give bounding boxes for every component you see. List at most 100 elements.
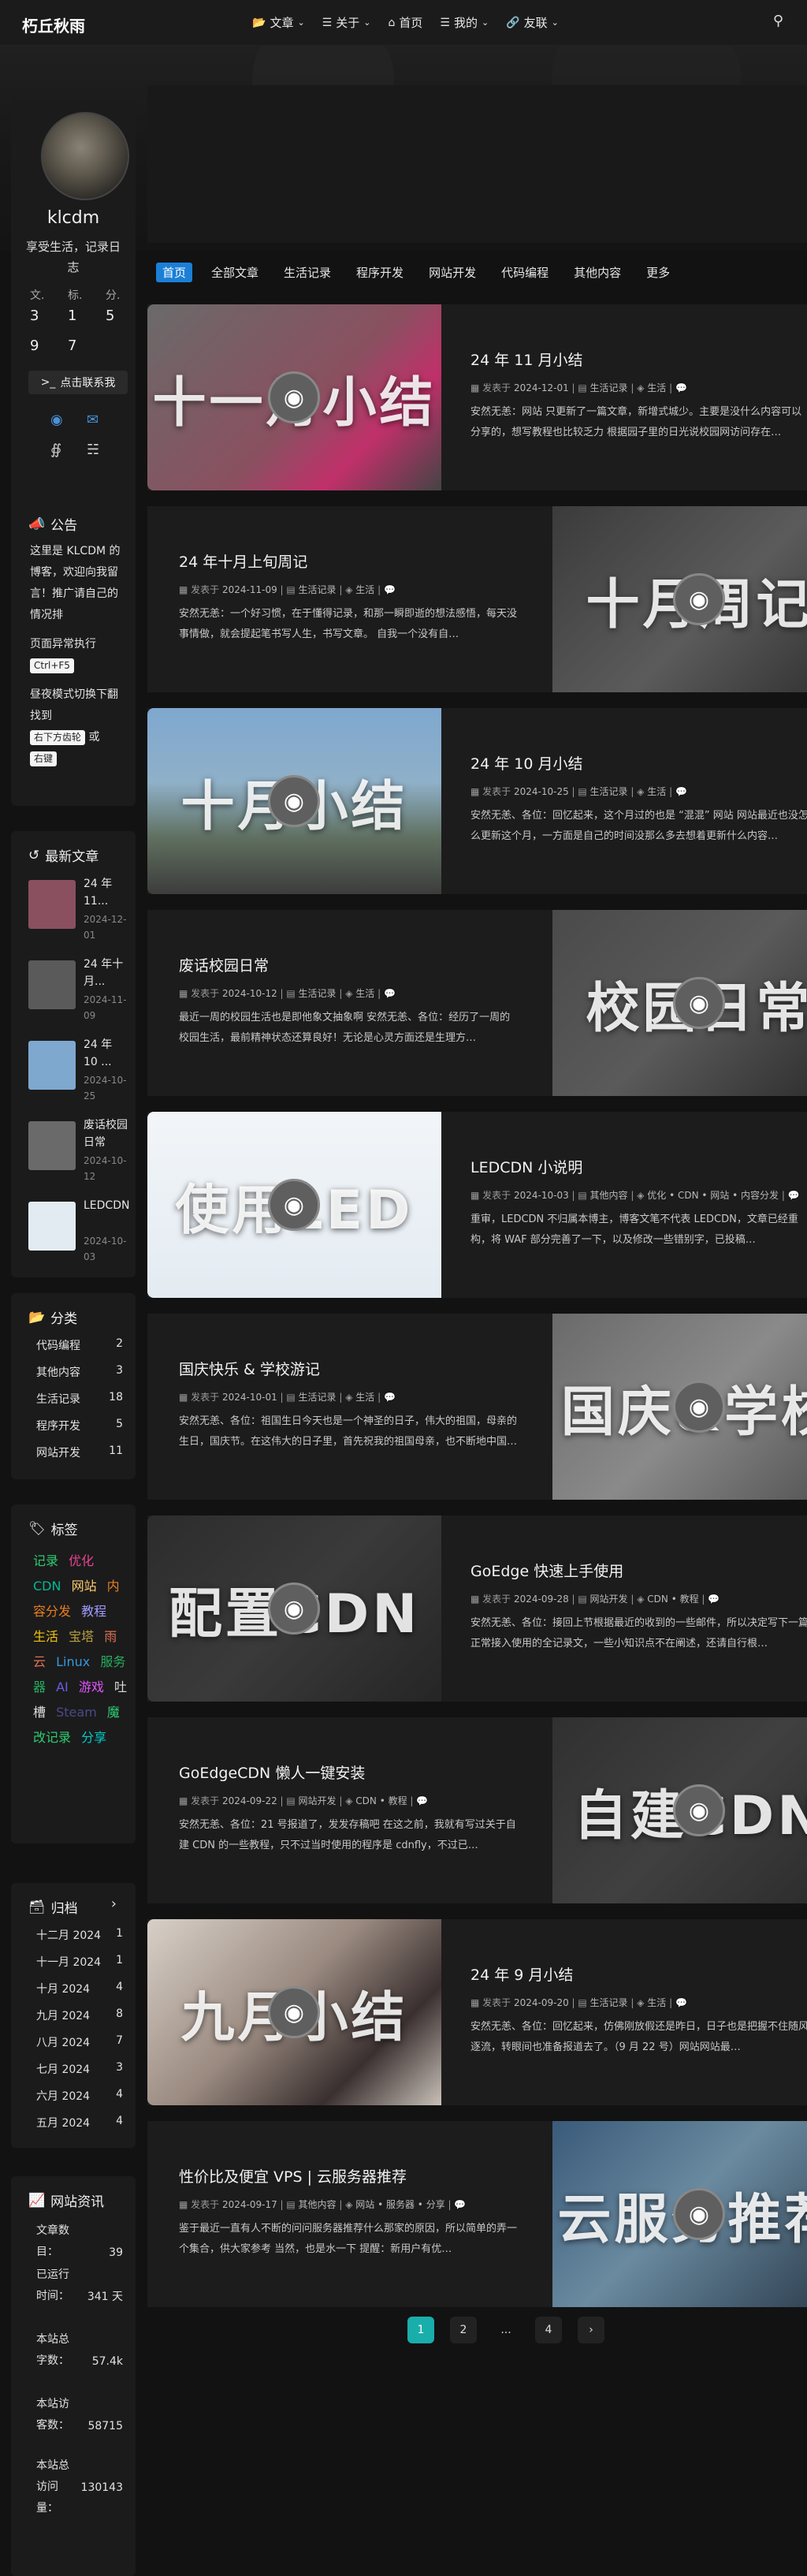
post-tag-link[interactable]: CDN • 教程	[647, 1594, 698, 1605]
archive-item[interactable]: 十月 2024 4	[36, 1981, 123, 1996]
recent-post-item[interactable]: 24 年十月... 2024-11-09	[28, 956, 131, 1021]
tag-link[interactable]: Steam	[56, 1705, 97, 1720]
contact-me-button[interactable]: >_ 点击联系我	[28, 371, 128, 394]
tag-link[interactable]: CDN	[33, 1579, 61, 1594]
recent-post-thumbnail[interactable]	[28, 1041, 76, 1090]
tag-link[interactable]: 网站	[72, 1579, 97, 1594]
archive-item[interactable]: 十一月 2024 1	[36, 1954, 123, 1970]
post-category-link[interactable]: 网站开发	[590, 1594, 628, 1605]
sitemap-icon[interactable]: ☵	[87, 442, 99, 458]
tag-link[interactable]: AI	[56, 1679, 69, 1694]
category-tab[interactable]: 程序开发	[350, 263, 410, 282]
category-item[interactable]: 程序开发 5	[36, 1418, 123, 1433]
post-tag-link[interactable]: 生活	[647, 382, 666, 393]
next-page-button[interactable]: ›	[578, 2317, 604, 2343]
recent-post-thumbnail[interactable]	[28, 960, 76, 1009]
email-icon[interactable]: ✉	[87, 412, 99, 428]
category-item[interactable]: 生活记录 18	[36, 1391, 123, 1407]
recent-post-title[interactable]: 24 年 11...	[84, 875, 129, 913]
post-category-link[interactable]: 生活记录	[299, 584, 337, 595]
stat-value[interactable]: 3	[30, 308, 47, 324]
nav-menu-item[interactable]: ☰ 我的 ⌄	[440, 14, 489, 31]
post-title-link[interactable]: 24 年十月上旬周记	[179, 550, 307, 572]
recent-post-thumbnail[interactable]	[28, 1202, 76, 1251]
post-title-link[interactable]: 24 年 11 月小结	[470, 349, 582, 370]
archive-item[interactable]: 九月 2024 8	[36, 2007, 123, 2023]
category-tab[interactable]: 更多	[640, 263, 676, 282]
page-number-button[interactable]: 2	[450, 2317, 477, 2343]
category-tab[interactable]: 其他内容	[567, 263, 627, 282]
post-tag-link[interactable]: CDN • 教程	[355, 1795, 407, 1806]
archive-item[interactable]: 六月 2024 4	[36, 2088, 123, 2104]
recent-post-item[interactable]: 24 年 11... 2024-12-01	[28, 875, 131, 941]
post-cover-image[interactable]: 十月周记◉	[552, 506, 807, 692]
rss-icon[interactable]: ∯	[50, 442, 61, 458]
recent-post-title[interactable]: 24 年十月...	[84, 956, 129, 993]
recent-post-title[interactable]: 24 年 10 ...	[84, 1036, 129, 1074]
tag-link[interactable]: Linux	[56, 1654, 90, 1669]
nav-menu-item[interactable]: ⌂ 首页	[388, 14, 422, 31]
post-title-link[interactable]: 性价比及便宜 VPS | 云服务器推荐	[179, 2165, 407, 2186]
recent-post-title[interactable]: 废话校园日常	[84, 1117, 129, 1154]
post-tag-link[interactable]: 优化 • CDN • 网站 • 内容分发	[647, 1190, 779, 1201]
post-category-link[interactable]: 其他内容	[590, 1190, 628, 1201]
post-cover-image[interactable]: 十一月小结◉	[147, 304, 441, 490]
category-tab[interactable]: 全部文章	[205, 263, 265, 282]
post-title-link[interactable]: GoEdge 快速上手使用	[470, 1560, 623, 1581]
tag-link[interactable]: 记录	[33, 1553, 58, 1568]
stat-value[interactable]: 5	[106, 308, 123, 324]
post-tag-link[interactable]: 生活	[647, 786, 666, 797]
recent-post-thumbnail[interactable]	[28, 1121, 76, 1170]
post-category-link[interactable]: 生活记录	[590, 382, 628, 393]
recent-post-item[interactable]: LEDCDN...2024-10-03	[28, 1197, 131, 1262]
tag-link[interactable]: 教程	[81, 1604, 106, 1619]
post-tag-link[interactable]: 生活	[647, 1997, 666, 2008]
post-title-link[interactable]: 废话校园日常	[179, 954, 269, 975]
category-item[interactable]: 代码编程 2	[36, 1337, 123, 1353]
chevron-right-icon[interactable]: ›	[111, 1896, 117, 1912]
category-tab[interactable]: 代码编程	[495, 263, 555, 282]
post-tag-link[interactable]: 生活	[355, 1392, 374, 1403]
post-category-link[interactable]: 网站开发	[299, 1795, 337, 1806]
stat-values-2[interactable]: 9 7	[30, 337, 85, 354]
category-tab[interactable]: 生活记录	[277, 263, 337, 282]
recent-post-thumbnail[interactable]	[28, 880, 76, 929]
site-brand[interactable]: 朽丘秋雨	[22, 13, 85, 36]
recent-post-title[interactable]: LEDCDN...	[84, 1197, 129, 1235]
github-icon[interactable]: ◉	[50, 412, 63, 428]
page-number-button[interactable]: 4	[535, 2317, 562, 2343]
post-cover-image[interactable]: 配置CDN◉	[147, 1515, 441, 1702]
post-category-link[interactable]: 生活记录	[590, 1997, 628, 2008]
archive-item[interactable]: 八月 2024 7	[36, 2034, 123, 2050]
post-cover-image[interactable]: 使用LED◉	[147, 1112, 441, 1298]
post-tag-link[interactable]: 网站 • 服务器 • 分享	[355, 2199, 444, 2210]
category-item[interactable]: 其他内容 3	[36, 1364, 123, 1380]
category-tab[interactable]: 首页	[156, 263, 193, 282]
archive-item[interactable]: 七月 2024 3	[36, 2061, 123, 2077]
tag-link[interactable]: 宝塔	[69, 1629, 94, 1644]
post-cover-image[interactable]: 自建CDN◉	[552, 1717, 807, 1903]
post-cover-image[interactable]: 国庆&学校◉	[552, 1314, 807, 1500]
stat-value[interactable]: 9	[30, 337, 47, 354]
nav-menu-item[interactable]: 🔗 友联 ⌄	[506, 14, 559, 31]
post-category-link[interactable]: 生活记录	[299, 1392, 337, 1403]
stat-values[interactable]: 3 1 5	[30, 308, 123, 324]
stat-value[interactable]: 7	[68, 337, 85, 354]
nav-menu-item[interactable]: ☰ 关于 ⌄	[322, 14, 371, 31]
nav-menu-item[interactable]: 📂 文章 ⌄	[252, 14, 305, 31]
post-cover-image[interactable]: 九月小结◉	[147, 1919, 441, 2105]
post-cover-image[interactable]: 十月小结◉	[147, 708, 441, 894]
post-tag-link[interactable]: 生活	[355, 988, 374, 999]
tag-link[interactable]: 分享	[81, 1730, 106, 1745]
page-number-button[interactable]: 1	[407, 2317, 434, 2343]
recent-post-item[interactable]: 24 年 10 ... 2024-10-25	[28, 1036, 131, 1102]
post-title-link[interactable]: LEDCDN 小说明	[470, 1156, 582, 1177]
archive-item[interactable]: 五月 2024 4	[36, 2115, 123, 2131]
tag-link[interactable]: 优化	[69, 1553, 94, 1568]
category-item[interactable]: 网站开发 11	[36, 1445, 123, 1460]
post-title-link[interactable]: 国庆快乐 & 学校游记	[179, 1358, 320, 1379]
search-icon[interactable]: ⚲	[773, 13, 783, 29]
archive-item[interactable]: 十二月 2024 1	[36, 1927, 123, 1943]
post-title-link[interactable]: 24 年 10 月小结	[470, 752, 582, 774]
category-tab[interactable]: 网站开发	[422, 263, 482, 282]
